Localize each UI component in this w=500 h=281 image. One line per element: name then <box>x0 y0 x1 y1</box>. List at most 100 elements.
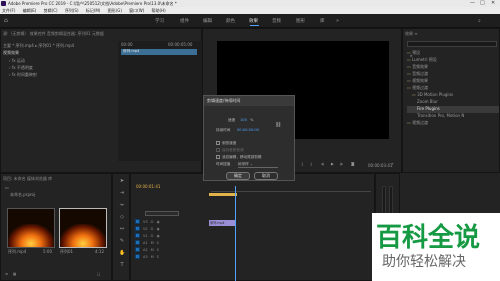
effects-item[interactable]: ▭ 3D Motion Plugins <box>407 92 499 99</box>
duration-label: 持续时间 <box>216 128 231 132</box>
menu-help[interactable]: 帮助(H) <box>152 8 166 13</box>
ripple-edit-checkbox[interactable] <box>216 155 220 159</box>
menu-graphics[interactable]: 图形(G) <box>108 8 122 13</box>
time-interpolation-label: 时间插值 <box>216 162 231 166</box>
timeline-timecode[interactable]: 00:00:01:41 <box>136 184 160 189</box>
keyframe-start-time: 00:00 <box>121 42 133 47</box>
track-target-toggle[interactable] <box>135 226 140 231</box>
play-icon[interactable]: ▶ <box>331 162 334 166</box>
window-title: Adobe Premiere Pro CC 2019 - C:\用户\25051… <box>8 1 177 6</box>
slip-tool-icon[interactable]: ↔ <box>119 226 125 232</box>
effects-item[interactable]: ▭ 音频过渡 <box>407 71 499 78</box>
effects-item[interactable]: ▭ 视频过渡 <box>407 120 499 127</box>
track-target-toggle[interactable] <box>135 233 140 238</box>
work-area-bar[interactable] <box>209 193 237 196</box>
pen-tool-icon[interactable]: ✎ <box>119 238 125 244</box>
hand-tool-icon[interactable]: ✋ <box>119 250 125 256</box>
solo-icon[interactable]: S <box>157 248 159 252</box>
tab-audio[interactable]: 音频 <box>272 18 281 24</box>
tab-editing[interactable]: 编辑 <box>203 18 212 24</box>
expand-arrow-icon: › fx <box>9 65 17 70</box>
cancel-button[interactable]: 取消 <box>254 172 278 180</box>
effects-item[interactable]: ▭ 视频效果 <box>407 78 499 85</box>
eye-icon[interactable]: ◉ <box>157 227 160 231</box>
audio-pitch-checkbox[interactable] <box>216 148 220 152</box>
track-headers: V3 ⊡ ◉ V2 ⊡ ◉ V1 ⊡ ◉ A1 M S A2 M S A3 M S <box>135 218 209 278</box>
link-chain-icon[interactable]: ⛓ <box>275 122 281 128</box>
camera-icon[interactable]: ◙ <box>351 162 355 166</box>
effects-panel-tab[interactable]: 效果 ≡ <box>405 31 418 37</box>
time-interpolation-select[interactable]: 帧采样 ⌄ <box>238 162 278 168</box>
more-workspaces-icon[interactable]: » <box>336 18 339 24</box>
selection-tool-icon[interactable]: ➤ <box>119 178 125 184</box>
mute-icon[interactable]: M <box>151 255 154 259</box>
menu-clip[interactable]: 剪辑(C) <box>44 8 58 13</box>
solo-icon[interactable]: S <box>157 241 159 245</box>
track-header: A2 M S <box>135 246 209 253</box>
mute-icon[interactable]: M <box>151 241 154 245</box>
track-target-toggle[interactable] <box>135 240 140 245</box>
new-item-icon[interactable]: ▢ <box>97 272 100 276</box>
track-target-toggle[interactable] <box>135 219 140 224</box>
effects-item[interactable]: ▭ 预设 <box>407 50 499 57</box>
type-tool-icon[interactable]: T <box>119 262 125 268</box>
minimize-button[interactable]: — <box>470 0 475 7</box>
lock-icon[interactable]: ⊡ <box>151 227 154 231</box>
playhead[interactable] <box>235 186 236 281</box>
sequence-thumbnail-fire[interactable] <box>59 208 107 248</box>
close-button[interactable]: ✕ <box>491 0 495 7</box>
ok-button[interactable]: 确定 <box>226 172 250 180</box>
track-select-icon[interactable]: ⇥ <box>119 190 125 196</box>
keyframe-clip-bar[interactable]: 序列.mp4 <box>121 49 197 55</box>
eye-icon[interactable]: ◉ <box>157 220 160 224</box>
step-forward-icon[interactable]: |▸ <box>340 162 343 166</box>
track-target-toggle[interactable] <box>135 247 140 252</box>
tab-libraries[interactable]: 库 <box>320 18 325 24</box>
mark-in-icon[interactable]: { <box>301 162 303 166</box>
clip-thumbnail-fire[interactable] <box>7 208 55 248</box>
icon-view-icon[interactable]: ▦ <box>13 272 16 276</box>
list-view-icon[interactable]: ≡ <box>5 272 8 276</box>
lock-icon[interactable]: ⊡ <box>151 220 154 224</box>
reverse-checkbox[interactable] <box>216 141 220 145</box>
watermark-slogan: 助你轻松解决 <box>382 254 466 270</box>
effects-item[interactable]: Transition Pro, Motion N <box>407 113 499 120</box>
effects-search-input[interactable]: ⌕ <box>407 41 497 58</box>
tab-effects[interactable]: 效果 <box>249 18 258 24</box>
ripple-edit-icon[interactable]: ⟛ <box>119 202 125 208</box>
effect-motion[interactable]: › fx 运动 <box>9 58 25 64</box>
solo-icon[interactable]: S <box>157 255 159 259</box>
search-icon[interactable]: ⌕ <box>478 18 481 24</box>
menu-edit[interactable]: 编辑(E) <box>23 8 37 13</box>
add-button-icon[interactable]: + <box>391 162 394 166</box>
tab-assembly[interactable]: 组件 <box>180 18 189 24</box>
step-back-icon[interactable]: ◂| <box>321 162 324 166</box>
menu-file[interactable]: 文件(F) <box>2 8 15 13</box>
mark-out-icon[interactable]: } <box>310 162 312 166</box>
maximize-button[interactable]: □ <box>480 0 485 7</box>
effect-opacity[interactable]: › fx 不透明度 <box>9 65 33 71</box>
tab-graphics[interactable]: 图形 <box>296 18 305 24</box>
menu-window[interactable]: 窗口(W) <box>129 8 144 13</box>
tab-color[interactable]: 颜色 <box>226 18 235 24</box>
menu-markers[interactable]: 标记(M) <box>86 8 101 13</box>
duration-input[interactable]: 00:00:05:00 <box>237 128 259 132</box>
razor-tool-icon[interactable]: ◇ <box>119 214 125 220</box>
lock-icon[interactable]: ⊡ <box>151 234 154 238</box>
effects-item[interactable]: ▭ 音频效果 <box>407 64 499 71</box>
effects-item-selected[interactable]: Fire Plugins <box>407 106 499 113</box>
speed-input[interactable]: 100 <box>240 118 247 122</box>
panel-tabs[interactable]: 源:（无剪辑） 效果控件 音频剪辑混合器: 序列01 元数据 <box>3 31 104 37</box>
track-target-toggle[interactable] <box>135 254 140 259</box>
effects-item[interactable]: Zoom Blur <box>407 99 499 106</box>
effects-item[interactable]: ▭ Lumetri 预设 <box>407 57 499 64</box>
effects-item[interactable]: ▭ 视频过渡 <box>407 85 499 92</box>
mute-icon[interactable]: M <box>151 248 154 252</box>
menu-sequence[interactable]: 序列(S) <box>65 8 79 13</box>
tab-learning[interactable]: 学习 <box>155 18 164 24</box>
project-tabs[interactable]: 项目: 未命名 媒体浏览器 库 <box>3 176 52 182</box>
eye-icon[interactable]: ◉ <box>157 234 160 238</box>
timeline-clip-video[interactable]: 序列.mp4 <box>209 220 235 226</box>
effect-time-remap[interactable]: › fx 时间重映射 <box>9 72 37 78</box>
home-icon[interactable]: ⌂ <box>4 17 8 24</box>
